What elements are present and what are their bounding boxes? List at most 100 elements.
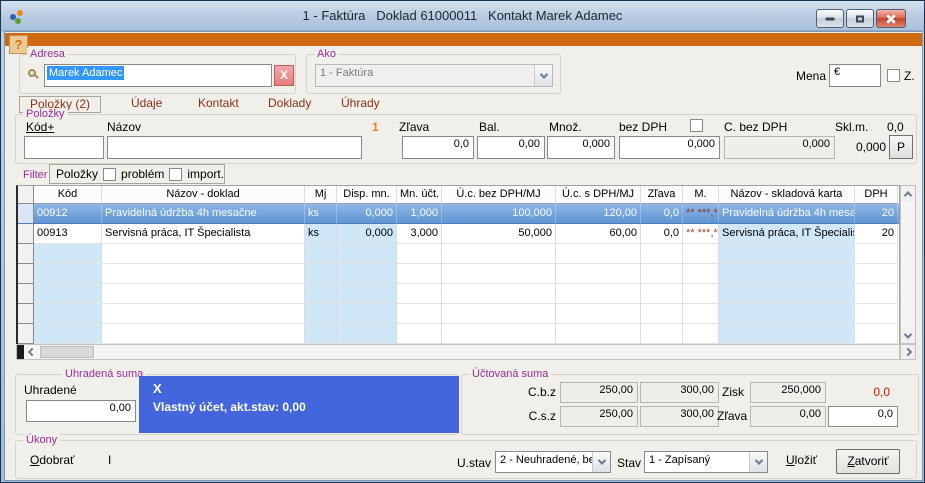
- polozky-fieldset: Položky Kód+ Názov 1 Zľava 0,0 Bal. 0,00…: [15, 114, 917, 164]
- tab-udaje[interactable]: Údaje: [131, 96, 162, 113]
- cell-nazov: Pravidelná údržba 4h mesačne: [102, 204, 305, 224]
- p-button[interactable]: P: [889, 135, 913, 159]
- row-selector[interactable]: [18, 224, 34, 244]
- search-icon[interactable]: [28, 69, 36, 77]
- tab-uhrady[interactable]: Úhrady: [341, 96, 380, 113]
- scroll-down-button[interactable]: [901, 328, 915, 343]
- polozky-legend: Položky: [23, 108, 68, 120]
- col-nazov-doklad[interactable]: Názov - doklad: [102, 186, 305, 204]
- csz-label: C.s.z: [520, 409, 556, 423]
- problem-label: problém: [121, 167, 164, 181]
- ulozit-button[interactable]: Uložiť: [786, 453, 817, 467]
- bezdph-checkbox[interactable]: [690, 119, 703, 132]
- table-row-empty[interactable]: [18, 244, 899, 264]
- ako-fieldset: Ako 1 - Faktúra: [306, 54, 561, 94]
- zlava-edit-input[interactable]: 0,0: [828, 406, 898, 427]
- col-m[interactable]: M.: [683, 186, 719, 204]
- table-row-empty[interactable]: [18, 264, 899, 284]
- cell-m: ** ***,*: [683, 204, 719, 224]
- col-disp-mn[interactable]: Disp. mn.: [337, 186, 397, 204]
- client-area: ? Adresa Marek Adamec X Ako 1 - Faktúra …: [4, 31, 923, 481]
- minimize-icon: [826, 17, 835, 20]
- adresa-input[interactable]: Marek Adamec: [44, 64, 272, 87]
- col-zlava[interactable]: Zľava: [641, 186, 683, 204]
- odobrat-button[interactable]: Odobrať: [30, 453, 75, 467]
- tab-kontakt[interactable]: Kontakt: [198, 96, 239, 113]
- clear-adresa-button[interactable]: X: [274, 65, 294, 86]
- col-kod[interactable]: Kód: [34, 186, 102, 204]
- cell-disp: 0,000: [337, 204, 397, 224]
- hscroll-thumb[interactable]: [40, 346, 94, 358]
- scroll-up-button[interactable]: [901, 186, 915, 201]
- chevron-down-icon: [539, 70, 547, 78]
- uhradene-input[interactable]: 0,00: [26, 400, 136, 422]
- z-label: Z.: [904, 69, 915, 83]
- nazov-label: Názov: [107, 120, 141, 134]
- csz-value-1: 250,00: [560, 406, 638, 427]
- kod-label: Kód+: [26, 120, 54, 134]
- uctovana-fieldset: Účtovaná suma C.b.z 250,00 300,00 Zisk 2…: [461, 374, 919, 435]
- import-label: import.: [187, 167, 224, 181]
- minimize-button[interactable]: [816, 9, 844, 28]
- vertical-scrollbar[interactable]: [900, 185, 916, 344]
- kod-input[interactable]: [24, 136, 104, 159]
- table-row-empty[interactable]: [18, 284, 899, 304]
- cell-zlava: 0,0: [641, 224, 683, 244]
- table-row[interactable]: 00913 Servisná práca, IT Špecialista ks …: [18, 224, 899, 244]
- help-button[interactable]: ?: [9, 35, 28, 54]
- ustav-dropdown-button[interactable]: [592, 452, 610, 472]
- zatvorit-button[interactable]: Zatvoriť: [836, 449, 900, 474]
- col-dph[interactable]: DPH: [855, 186, 898, 204]
- mena-input[interactable]: €: [829, 64, 881, 87]
- scroll-left-button[interactable]: [24, 345, 40, 359]
- chevron-right-icon: [904, 348, 912, 356]
- col-mn-uct[interactable]: Mn. účt.: [397, 186, 442, 204]
- cell-mn: 1,000: [397, 204, 442, 224]
- cbezdph-input: 0,000: [724, 136, 835, 159]
- table-row-empty[interactable]: [18, 304, 899, 324]
- col-uc-bez-dph[interactable]: Ú.c. bez DPH/MJ: [442, 186, 556, 204]
- scroll-right-button[interactable]: [900, 344, 916, 360]
- cell-kod: 00912: [34, 204, 102, 224]
- import-checkbox[interactable]: [169, 168, 182, 181]
- table-row[interactable]: 00912 Pravidelná údržba 4h mesačne ks 0,…: [18, 204, 899, 224]
- cell-sklad: Pravidelná údržba 4h mesačne: [719, 204, 855, 224]
- stav-select[interactable]: 1 - Zapísaný: [644, 451, 768, 473]
- chevron-down-icon: [754, 456, 762, 464]
- accent-bar: [5, 33, 922, 46]
- horizontal-scrollbar[interactable]: [16, 344, 900, 360]
- ustav-value: 2 - Neuhradené, be:: [496, 452, 592, 472]
- cell-dph: 20: [855, 224, 898, 244]
- cursor-indicator: I: [108, 453, 111, 467]
- splitter-handle[interactable]: [17, 345, 24, 359]
- titlebar[interactable]: 1 - Faktúra Doklad 61000011 Kontakt Mare…: [1, 1, 924, 31]
- ako-dropdown-button[interactable]: [534, 65, 552, 86]
- cell-m: ** ***,*: [683, 224, 719, 244]
- stav-dropdown-button[interactable]: [749, 452, 767, 472]
- maximize-button[interactable]: [846, 9, 874, 28]
- ustav-select[interactable]: 2 - Neuhradené, be:: [495, 451, 611, 473]
- ako-legend: Ako: [314, 48, 339, 60]
- account-status-text: Vlastný účet, akt.stav: 0,00: [153, 400, 445, 414]
- nazov-input[interactable]: [107, 136, 362, 159]
- tab-doklady[interactable]: Doklady: [268, 96, 311, 113]
- chevron-down-icon: [904, 330, 912, 338]
- col-mj[interactable]: Mj: [305, 186, 337, 204]
- z-checkbox[interactable]: [887, 69, 900, 82]
- close-button[interactable]: [876, 9, 906, 28]
- col-nazov-skladova[interactable]: Názov - skladová karta: [719, 186, 855, 204]
- problem-checkbox[interactable]: [103, 168, 116, 181]
- adresa-selected-text: Marek Adamec: [47, 66, 124, 80]
- mnoz-input[interactable]: 0,000: [547, 136, 615, 159]
- col-uc-s-dph[interactable]: Ú.c. s DPH/MJ: [556, 186, 641, 204]
- cell-mj: ks: [305, 204, 337, 224]
- cbz-label: C.b.z: [520, 385, 556, 399]
- zlava-input[interactable]: 0,0: [402, 136, 474, 159]
- invoice-window: 1 - Faktúra Doklad 61000011 Kontakt Mare…: [0, 0, 925, 483]
- ako-select[interactable]: 1 - Faktúra: [315, 64, 553, 87]
- bezdph-input[interactable]: 0,000: [619, 136, 720, 159]
- row-selector[interactable]: [18, 204, 34, 224]
- filter-label: Filter: [23, 169, 47, 181]
- bal-input[interactable]: 0,00: [477, 136, 545, 159]
- table-row-empty[interactable]: [18, 324, 899, 344]
